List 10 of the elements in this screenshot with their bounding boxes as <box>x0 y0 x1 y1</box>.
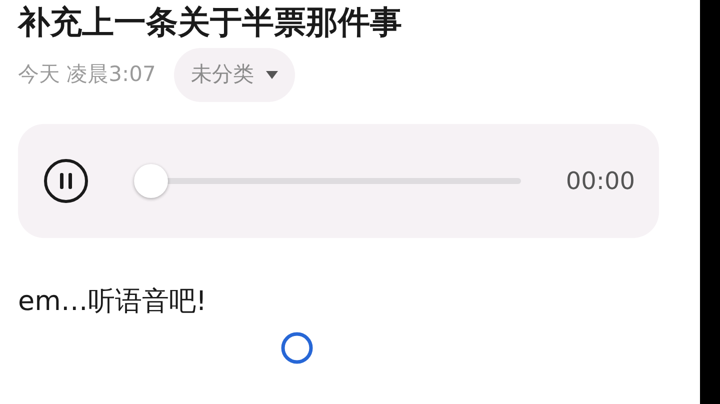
slider-thumb[interactable] <box>134 164 168 198</box>
category-dropdown[interactable]: 未分类 <box>174 48 295 102</box>
note-body: em…听语音吧! <box>18 285 208 319</box>
caret-icon <box>266 71 278 79</box>
note-title: 补充上一条关于半票那件事 <box>18 2 403 42</box>
touch-indicator-icon <box>280 330 314 364</box>
playback-time: 00:00 <box>566 166 635 197</box>
pause-button[interactable] <box>42 157 90 205</box>
progress-slider[interactable] <box>134 164 521 198</box>
note-date: 今天 凌晨3:07 <box>18 61 156 88</box>
